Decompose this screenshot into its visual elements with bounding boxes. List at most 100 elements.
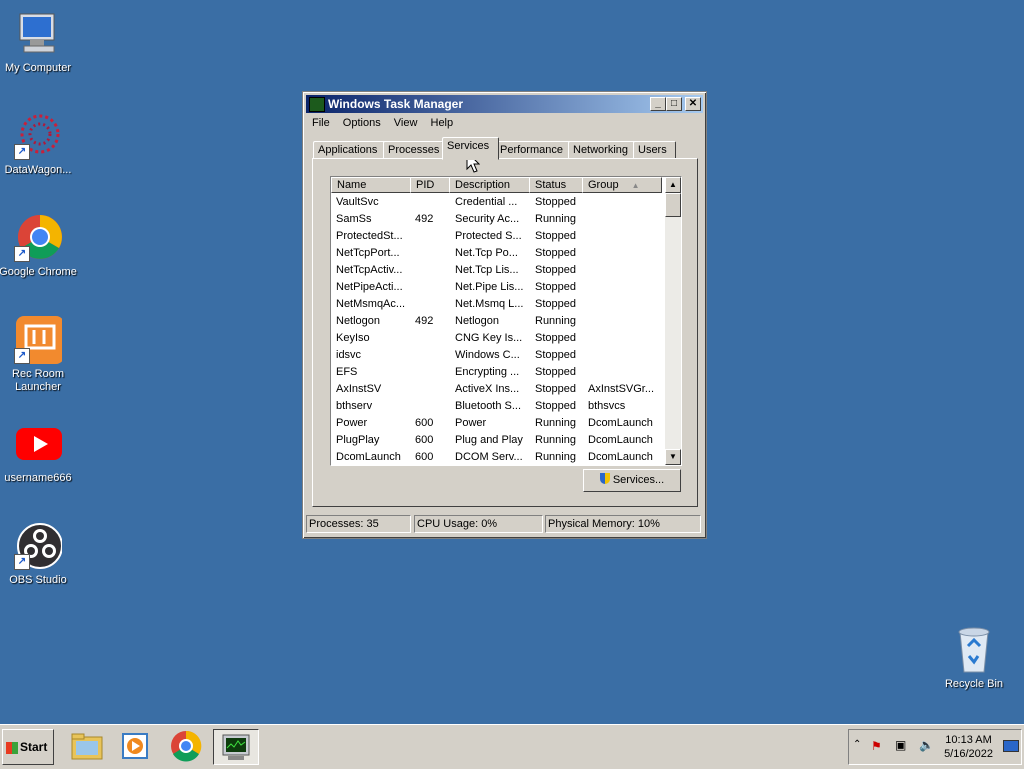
network-icon[interactable]: ▣	[895, 738, 906, 752]
tab-services[interactable]: Services	[442, 137, 499, 160]
table-row[interactable]: EFS Encrypting ... Stopped	[331, 364, 662, 381]
cell-desc: Netlogon	[455, 315, 500, 327]
cell-status: Stopped	[535, 264, 576, 276]
cell-pid: 492	[415, 315, 434, 327]
cell-name: bthserv	[336, 400, 373, 412]
cell-desc: Security Ac...	[455, 213, 520, 225]
scroll-up-button[interactable]: ▲	[665, 177, 681, 193]
minimize-button[interactable]: _	[650, 97, 666, 111]
tab-users[interactable]: Users	[633, 141, 676, 159]
obs-icon: ↗	[14, 522, 63, 570]
table-row[interactable]: ProtectedSt... Protected S... Stopped	[331, 228, 662, 245]
cell-name: AxInstSV	[336, 383, 382, 395]
table-row[interactable]: bthserv Bluetooth S... Stopped bthsvcs	[331, 398, 662, 415]
scroll-down-button[interactable]: ▼	[665, 449, 681, 465]
services-list[interactable]: Name PID Description Status Group ▲ Vaul…	[330, 176, 682, 466]
services-button[interactable]: Services...	[583, 469, 681, 492]
table-row[interactable]: PlugPlay 600 Plug and Play Running DcomLaunc…	[331, 432, 662, 449]
desktop-icon-my-computer[interactable]: My Computer	[0, 10, 78, 75]
table-row[interactable]: NetTcpActiv... Net.Tcp Lis... Stopped	[331, 262, 662, 279]
table-row[interactable]: idsvc Windows C... Stopped	[331, 347, 662, 364]
tab-performance[interactable]: Performance	[495, 141, 571, 159]
desktop-icon-datawagon[interactable]: ↗ DataWagon...	[0, 112, 78, 177]
scroll-thumb[interactable]	[665, 193, 681, 217]
cell-group: AxInstSVGr...	[588, 383, 655, 395]
taskbar-task-manager[interactable]	[213, 729, 259, 765]
table-row[interactable]: NetPipeActi... Net.Pipe Lis... Stopped	[331, 279, 662, 296]
cell-group: DcomLaunch	[588, 417, 653, 429]
desktop-icon-obs-studio[interactable]: ↗ OBS Studio	[0, 522, 78, 587]
desktop-icon-rec-room-launcher[interactable]: ↗ Rec Room Launcher	[0, 316, 78, 394]
clock-date: 5/16/2022	[944, 748, 993, 760]
menu-options[interactable]: Options	[338, 115, 386, 131]
desktop-icon-username666[interactable]: username666	[0, 424, 78, 485]
cell-name: NetMsmqAc...	[336, 298, 406, 310]
cell-status: Stopped	[535, 383, 576, 395]
volume-icon[interactable]: 🔈	[919, 738, 934, 752]
menu-bar: File Options View Help	[307, 115, 702, 133]
maximize-button[interactable]: □	[666, 97, 682, 111]
desktop-icon-recycle-bin[interactable]: Recycle Bin	[934, 626, 1014, 691]
taskbar-media-player[interactable]	[114, 729, 158, 763]
column-header-status[interactable]: Status	[529, 177, 583, 193]
taskbar-explorer[interactable]	[66, 729, 110, 763]
desktop-icon-label: My Computer	[4, 62, 72, 74]
chrome-icon: ↗	[14, 214, 62, 262]
table-row[interactable]: AxInstSV ActiveX Ins... Stopped AxInstSVGr.…	[331, 381, 662, 398]
tab-applications[interactable]: Applications	[313, 141, 386, 159]
cell-desc: Net.Msmq L...	[455, 298, 524, 310]
cell-status: Stopped	[535, 298, 576, 310]
cell-status: Stopped	[535, 366, 576, 378]
cell-name: KeyIso	[336, 332, 370, 344]
cell-desc: Net.Tcp Lis...	[455, 264, 519, 276]
cell-status: Stopped	[535, 332, 576, 344]
table-row[interactable]: KeyIso CNG Key Is... Stopped	[331, 330, 662, 347]
desktop-icon-label: Rec Room Launcher	[12, 368, 64, 393]
column-header-description[interactable]: Description	[449, 177, 530, 193]
tab-strip: Applications Processes Services Performa…	[313, 137, 696, 160]
table-row[interactable]: NetMsmqAc... Net.Msmq L... Stopped	[331, 296, 662, 313]
table-row[interactable]: SamSs 492 Security Ac... Running	[331, 211, 662, 228]
menu-view[interactable]: View	[389, 115, 423, 131]
chrome-icon	[171, 730, 202, 762]
cell-status: Running	[535, 213, 576, 225]
taskbar: Start ⌃ ⚑ ▣ 🔈 10:13 AM 5/16/2022	[0, 724, 1024, 769]
cell-status: Stopped	[535, 230, 576, 242]
tab-processes[interactable]: Processes	[383, 141, 443, 159]
column-header-group[interactable]: Group ▲	[582, 177, 662, 193]
cell-name: VaultSvc	[336, 196, 379, 208]
title-bar[interactable]: Windows Task Manager _ □ ✕	[306, 95, 703, 113]
close-button[interactable]: ✕	[685, 97, 701, 111]
action-center-flag-icon[interactable]: ⚑	[871, 739, 882, 753]
start-button[interactable]: Start	[2, 729, 54, 765]
tab-networking[interactable]: Networking	[568, 141, 636, 159]
task-manager-icon	[222, 734, 250, 760]
taskbar-chrome[interactable]	[164, 729, 208, 763]
cell-desc: Bluetooth S...	[455, 400, 522, 412]
table-row[interactable]: Netlogon 492 Netlogon Running	[331, 313, 662, 330]
sort-ascending-icon: ▲	[631, 181, 640, 190]
cell-name: DcomLaunch	[336, 451, 401, 463]
cell-status: Stopped	[535, 349, 576, 361]
table-row[interactable]: DcomLaunch 600 DCOM Serv... Running DcomLaun…	[331, 449, 662, 465]
desktop-icon-google-chrome[interactable]: ↗ Google Chrome	[0, 214, 78, 279]
show-desktop-icon[interactable]	[1003, 740, 1019, 752]
cell-pid: 600	[415, 417, 434, 429]
column-header-pid[interactable]: PID	[410, 177, 450, 193]
table-row[interactable]: VaultSvc Credential ... Stopped	[331, 194, 662, 211]
menu-file[interactable]: File	[307, 115, 335, 131]
cell-desc: Power	[455, 417, 487, 429]
cell-desc: DCOM Serv...	[455, 451, 523, 463]
vertical-scrollbar[interactable]: ▲ ▼	[665, 177, 681, 465]
clock[interactable]: 10:13 AM 5/16/2022	[944, 733, 993, 761]
column-header-name[interactable]: Name	[331, 177, 411, 193]
list-rows: VaultSvc Credential ... Stopped SamSs 492 Sec…	[331, 194, 662, 465]
status-bar: Processes: 35 CPU Usage: 0% Physical Mem…	[306, 515, 703, 533]
cell-status: Stopped	[535, 400, 576, 412]
shortcut-arrow-icon: ↗	[14, 246, 30, 262]
task-manager-icon	[309, 97, 325, 112]
show-hidden-icons-icon[interactable]: ⌃	[853, 739, 861, 750]
table-row[interactable]: NetTcpPort... Net.Tcp Po... Stopped	[331, 245, 662, 262]
table-row[interactable]: Power 600 Power Running DcomLaunch	[331, 415, 662, 432]
menu-help[interactable]: Help	[426, 115, 459, 131]
